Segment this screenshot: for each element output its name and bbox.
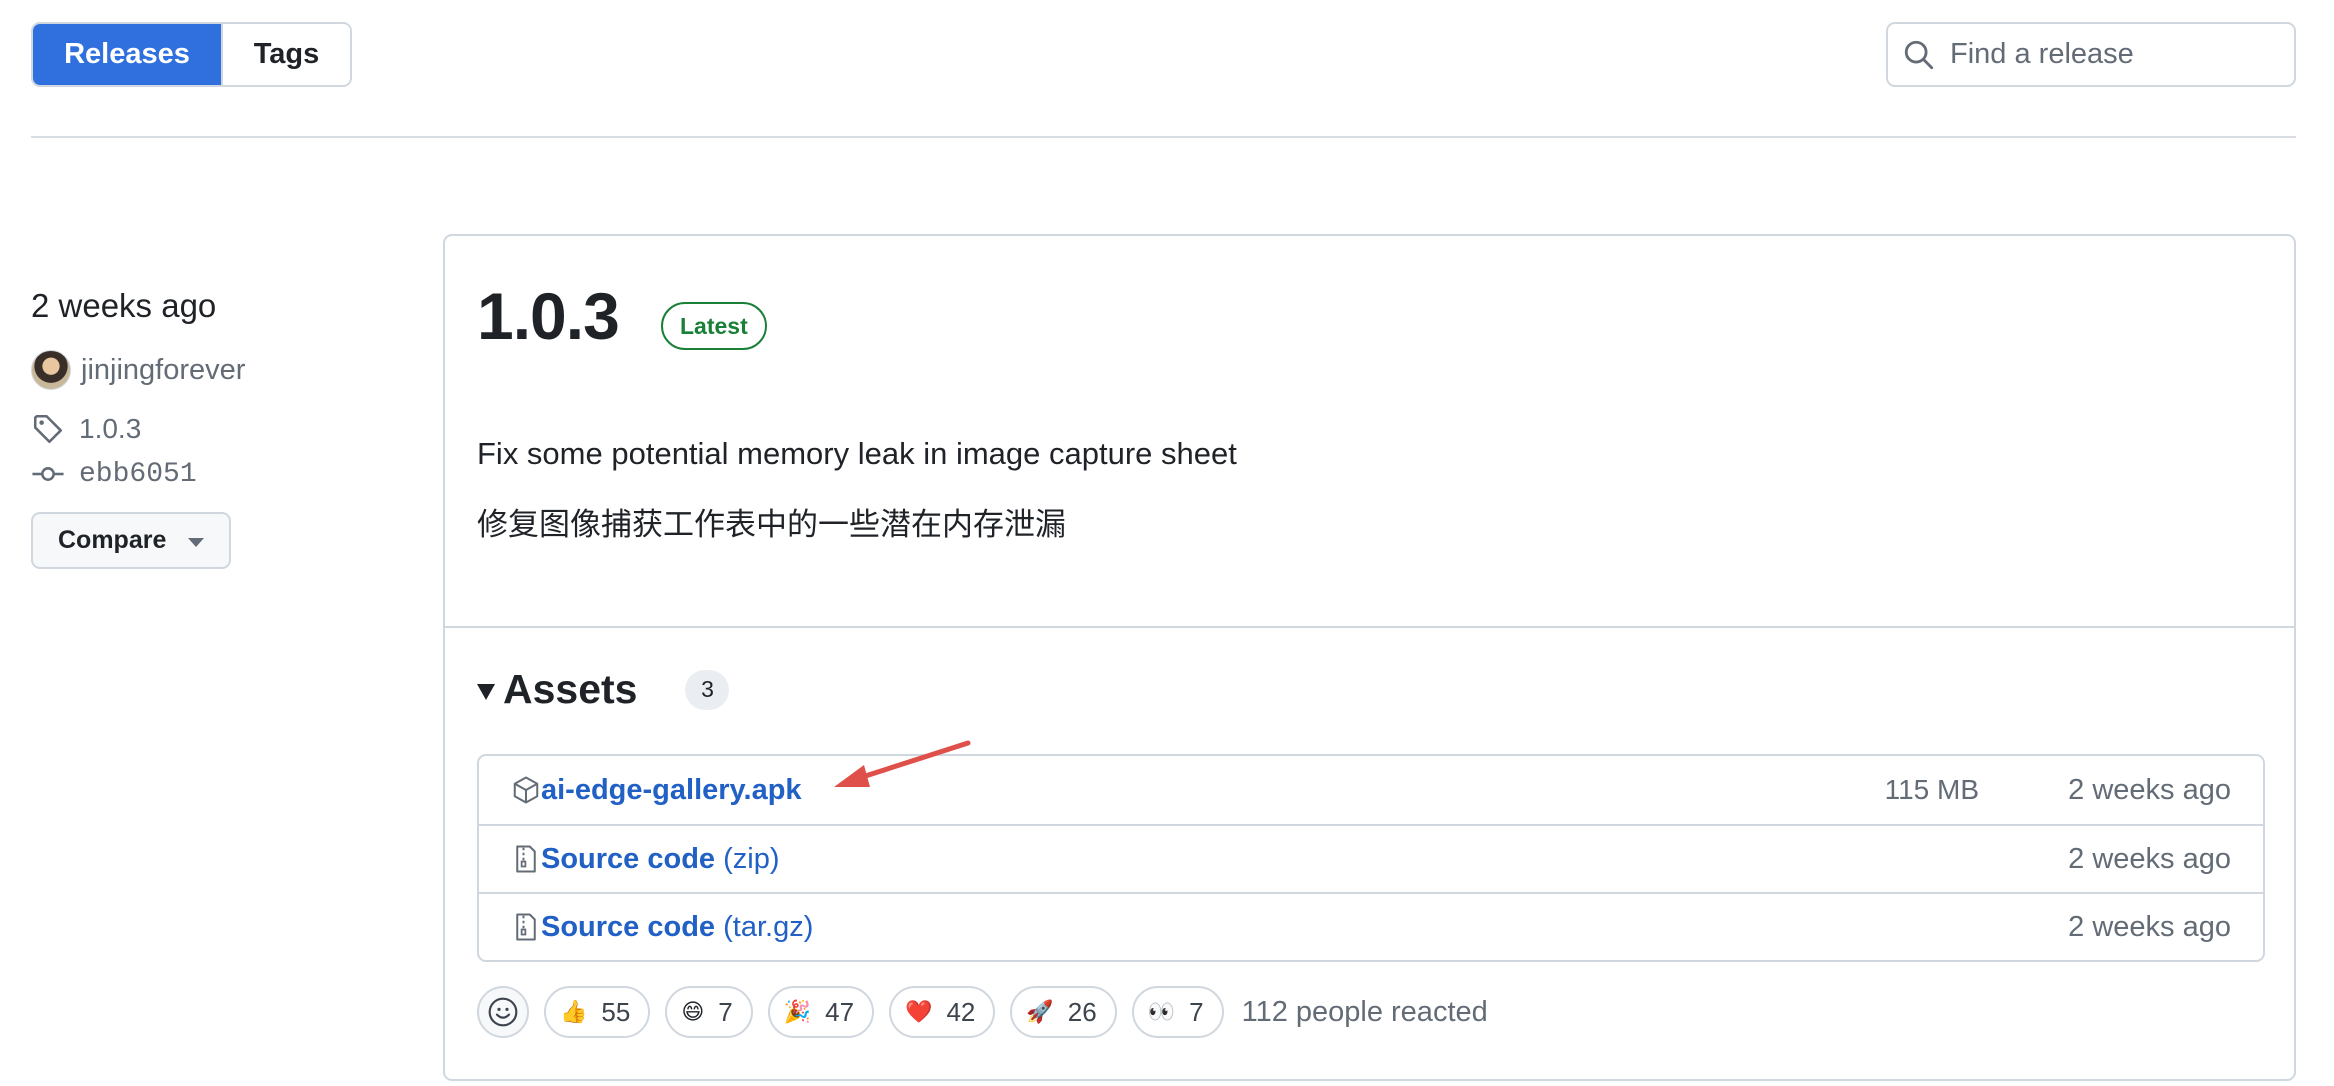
reaction-count: 42 — [946, 996, 976, 1027]
rocket-icon: 🚀 — [1026, 999, 1054, 1024]
add-reaction-button[interactable] — [477, 986, 529, 1038]
asset-ext: (zip) — [723, 842, 780, 875]
reaction-thumbs-up[interactable]: 👍 55 — [544, 986, 651, 1038]
package-icon — [513, 776, 539, 804]
release-tabs: Releases Tags — [31, 22, 352, 87]
reaction-rocket[interactable]: 🚀 26 — [1010, 986, 1117, 1038]
tab-tags[interactable]: Tags — [221, 24, 350, 85]
assets-title: Assets — [503, 666, 638, 712]
asset-link-targz[interactable]: Source code (tar.gz) — [541, 911, 813, 944]
reaction-laugh[interactable]: 😄 7 — [665, 986, 753, 1038]
asset-row: Source code (zip) 2 weeks ago — [479, 824, 2263, 892]
search-icon — [1904, 40, 1934, 69]
release-note-zh: 修复图像捕获工作表中的一些潜在内存泄漏 — [477, 507, 1066, 543]
header-divider — [31, 136, 2296, 138]
asset-size: 115 MB — [1884, 774, 1979, 805]
reaction-eyes[interactable]: 👀 7 — [1131, 986, 1224, 1038]
reaction-heart[interactable]: ❤️ 42 — [889, 986, 996, 1038]
reactions-summary[interactable]: 112 people reacted — [1242, 996, 1488, 1029]
heart-icon: ❤️ — [905, 999, 933, 1024]
compare-label: Compare — [58, 526, 167, 554]
asset-name: Source code — [541, 842, 716, 875]
latest-badge: Latest — [661, 302, 767, 350]
file-zip-icon — [516, 845, 536, 873]
release-note-en: Fix some potential memory leak in image … — [477, 436, 1237, 471]
author-name[interactable]: jinjingforever — [81, 354, 245, 387]
release-time: 2 weeks ago — [31, 287, 217, 324]
asset-time: 2 weeks ago — [2068, 842, 2231, 875]
asset-link-zip[interactable]: Source code (zip) — [541, 843, 780, 876]
asset-time: 2 weeks ago — [2068, 773, 2231, 806]
file-zip-icon — [516, 913, 536, 941]
asset-row: ai-edge-gallery.apk 115 MB 2 weeks ago — [479, 756, 2263, 824]
asset-name: ai-edge-gallery.apk — [541, 773, 802, 806]
asset-ext: (tar.gz) — [723, 910, 814, 943]
release-version[interactable]: 1.0.3 — [477, 278, 620, 354]
tag-label[interactable]: 1.0.3 — [79, 413, 141, 445]
asset-row: Source code (tar.gz) 2 weeks ago — [479, 892, 2263, 960]
release-search[interactable] — [1886, 22, 2296, 87]
eyes-icon: 👀 — [1147, 999, 1176, 1024]
assets-count-badge: 3 — [685, 669, 730, 710]
commit-hash[interactable]: ebb6051 — [79, 459, 197, 490]
triangle-down-icon — [477, 683, 495, 700]
smiley-icon — [488, 997, 518, 1027]
asset-link-apk[interactable]: ai-edge-gallery.apk — [541, 774, 802, 807]
reaction-hooray[interactable]: 🎉 47 — [767, 986, 875, 1038]
card-divider — [445, 626, 2294, 628]
asset-name: Source code — [541, 910, 716, 943]
assets-toggle[interactable]: Assets 3 — [477, 666, 730, 713]
reaction-count: 7 — [718, 996, 733, 1027]
commit-icon — [32, 467, 64, 481]
search-input[interactable] — [1950, 38, 2280, 71]
release-tag[interactable]: 1.0.3 — [31, 412, 141, 446]
assets-list: ai-edge-gallery.apk 115 MB 2 weeks ago S… — [477, 754, 2265, 962]
reaction-count: 55 — [601, 996, 631, 1027]
reactions-bar: 👍 55 😄 7 🎉 47 ❤️ 42 🚀 26 👀 7 112 people … — [477, 986, 1488, 1038]
compare-button[interactable]: Compare — [31, 512, 231, 569]
tag-icon — [33, 414, 63, 444]
tada-icon: 🎉 — [783, 999, 812, 1024]
laugh-icon: 😄 — [681, 999, 705, 1024]
reaction-count: 47 — [825, 996, 855, 1027]
release-author[interactable]: jinjingforever — [31, 350, 245, 390]
release-card: 1.0.3 Latest Fix some potential memory l… — [443, 234, 2296, 1081]
tab-releases[interactable]: Releases — [33, 24, 221, 85]
asset-time: 2 weeks ago — [2068, 910, 2231, 943]
avatar[interactable] — [31, 350, 71, 390]
reaction-count: 7 — [1189, 996, 1204, 1027]
annotation-arrow-icon — [834, 740, 971, 787]
chevron-down-icon — [188, 538, 205, 547]
release-commit[interactable]: ebb6051 — [31, 457, 197, 491]
thumbs-up-icon: 👍 — [560, 999, 588, 1024]
reaction-count: 26 — [1067, 996, 1097, 1027]
